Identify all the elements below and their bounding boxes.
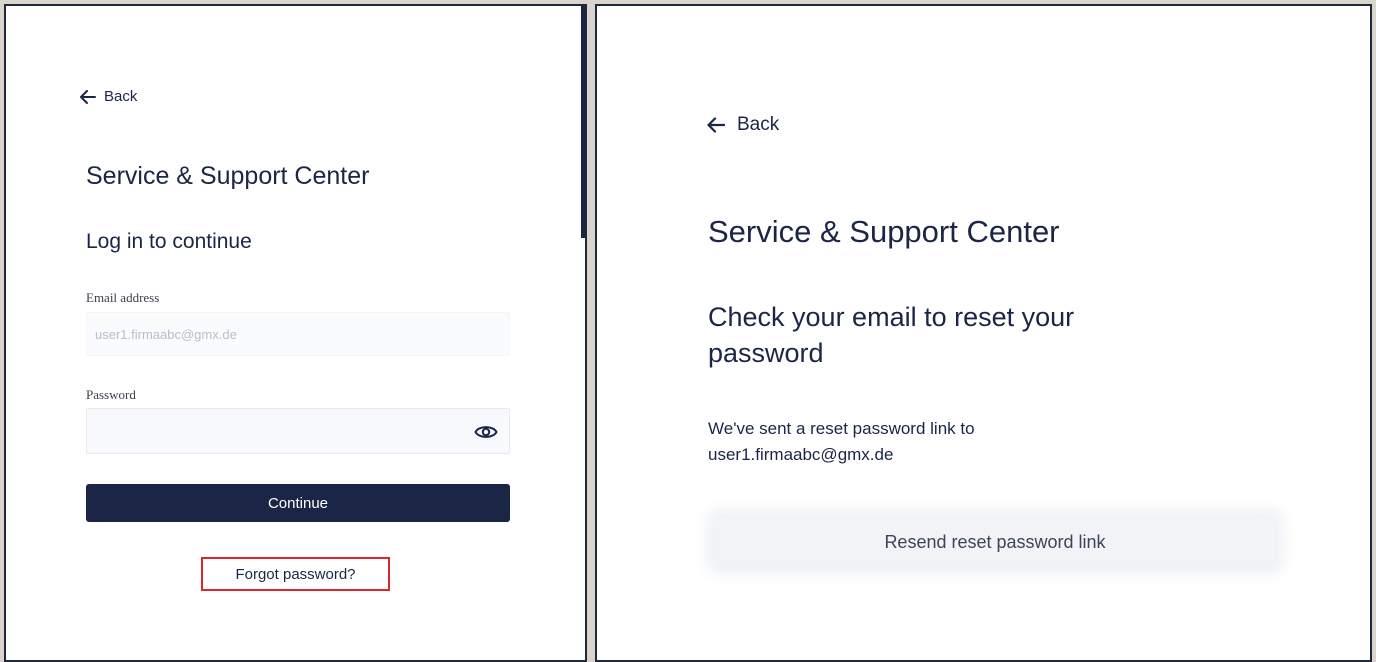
page-heading: Log in to continue — [86, 230, 252, 253]
password-field[interactable] — [86, 408, 510, 454]
message-text: We've sent a reset password link to — [708, 419, 975, 438]
reset-message: We've sent a reset password link to user… — [708, 416, 975, 468]
resend-link-button[interactable]: Resend reset password link — [715, 518, 1275, 566]
arrow-left-icon — [80, 89, 96, 104]
app-title: Service & Support Center — [86, 162, 370, 190]
email-label: Email address — [86, 290, 160, 305]
page-heading: Check your email to reset your password — [708, 302, 1075, 368]
email-field[interactable]: user1.firmaabc@gmx.de — [86, 312, 510, 356]
email-value: user1.firmaabc@gmx.de — [95, 326, 237, 342]
reset-panel: Back Service & Support Center Check your… — [595, 4, 1372, 662]
arrow-left-icon — [707, 117, 725, 133]
forgot-password-link[interactable]: Forgot password? — [201, 557, 390, 591]
password-label: Password — [86, 387, 136, 402]
eye-icon[interactable] — [472, 418, 500, 446]
app-title: Service & Support Center — [708, 214, 1060, 249]
scrollbar[interactable] — [581, 6, 585, 238]
back-label: Back — [104, 88, 138, 105]
back-link[interactable]: Back — [80, 88, 137, 105]
back-link[interactable]: Back — [707, 114, 779, 136]
continue-button[interactable]: Continue — [86, 484, 510, 522]
login-panel: Back Service & Support Center Log in to … — [4, 4, 587, 662]
message-email: user1.firmaabc@gmx.de — [708, 445, 894, 464]
back-label: Back — [737, 114, 780, 135]
